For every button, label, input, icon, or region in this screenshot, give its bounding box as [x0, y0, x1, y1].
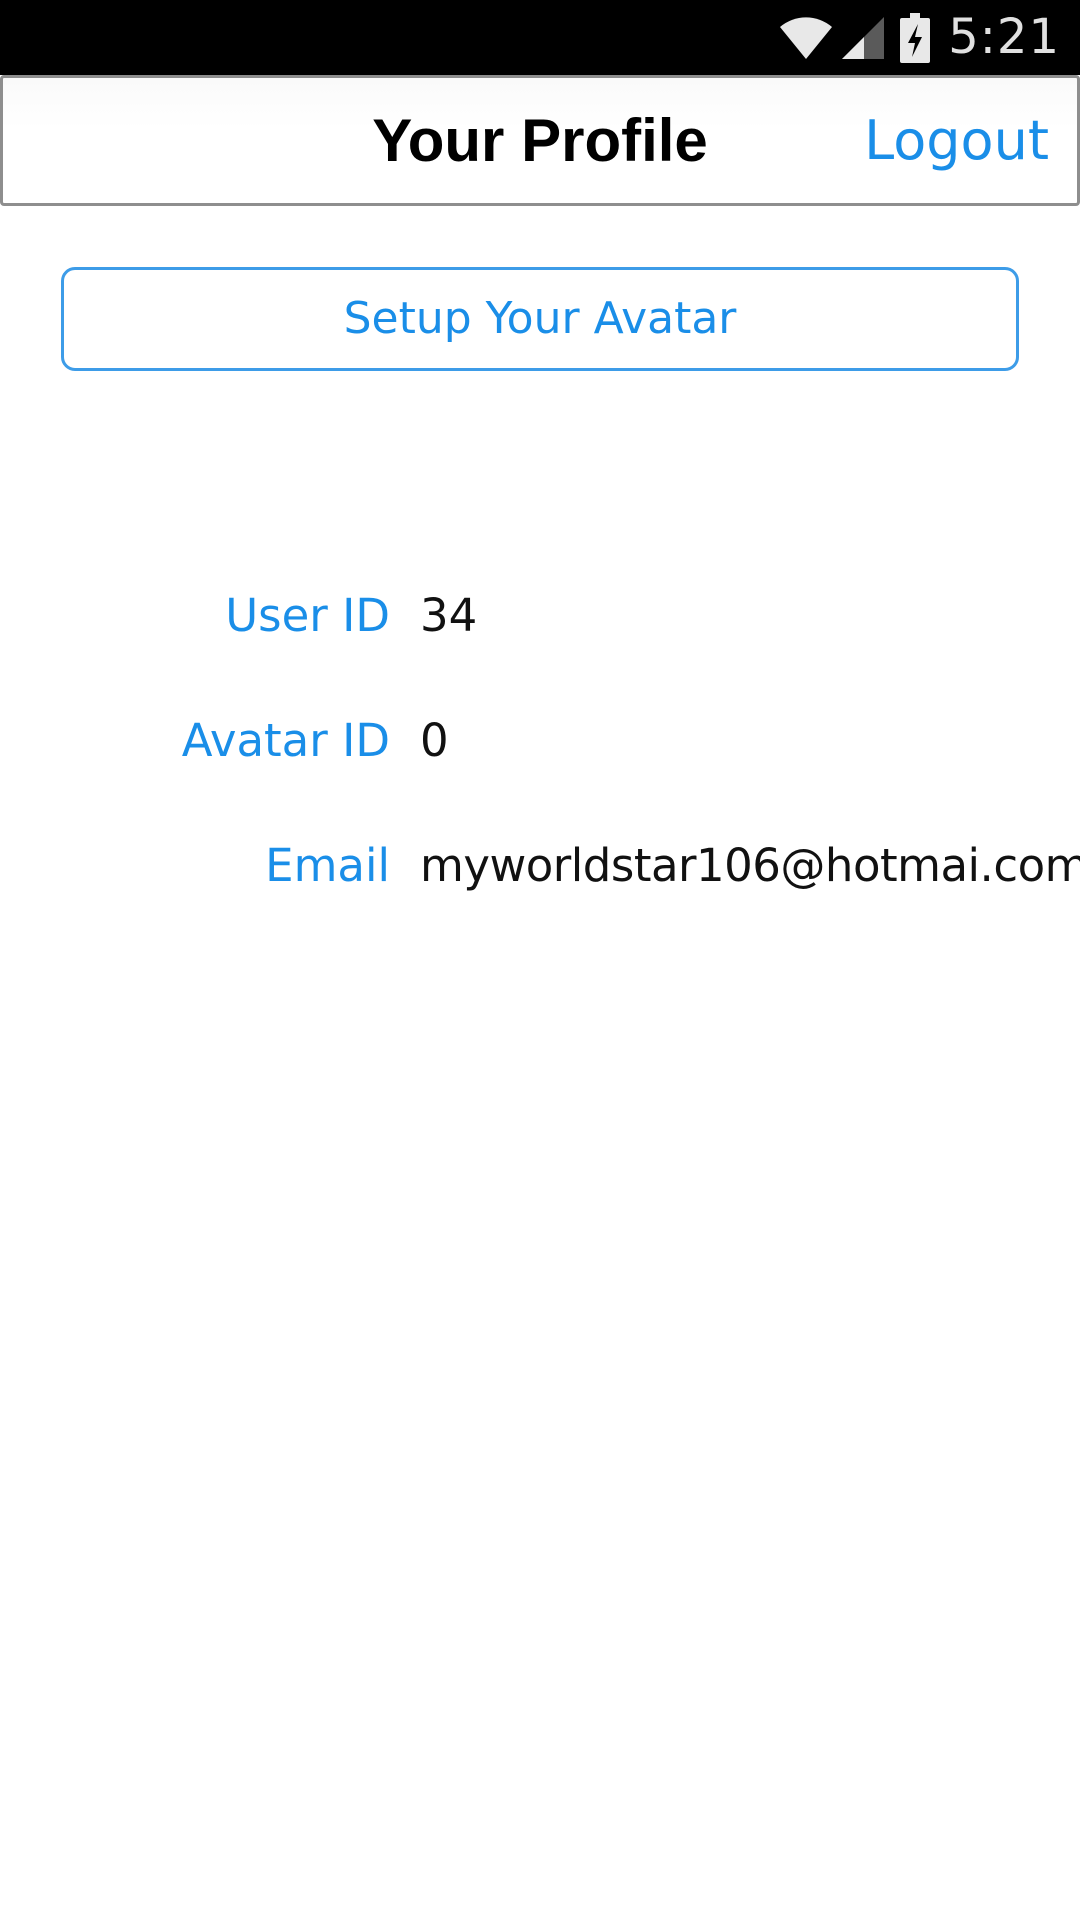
status-time: 5:21: [948, 9, 1060, 65]
cell-signal-icon: [840, 15, 886, 61]
logout-button[interactable]: Logout: [864, 78, 1049, 203]
user-id-row: User ID 34: [0, 581, 1080, 651]
status-bar: 5:21: [0, 0, 1080, 75]
user-id-value: 34: [420, 589, 478, 642]
nav-bar: Your Profile Logout: [0, 75, 1080, 206]
avatar-id-row: Avatar ID 0: [0, 706, 1080, 776]
avatar-id-value: 0: [420, 714, 449, 767]
battery-charging-icon: [900, 12, 931, 63]
status-icons: 5:21: [778, 0, 1060, 75]
user-id-label: User ID: [225, 589, 390, 642]
email-label: Email: [265, 839, 390, 892]
email-value: myworldstar106@hotmai.com: [420, 839, 1080, 892]
wifi-icon: [778, 15, 834, 61]
avatar-id-label: Avatar ID: [181, 714, 390, 767]
email-row: Email myworldstar106@hotmai.com: [0, 831, 1080, 901]
setup-avatar-button[interactable]: Setup Your Avatar: [61, 267, 1019, 371]
